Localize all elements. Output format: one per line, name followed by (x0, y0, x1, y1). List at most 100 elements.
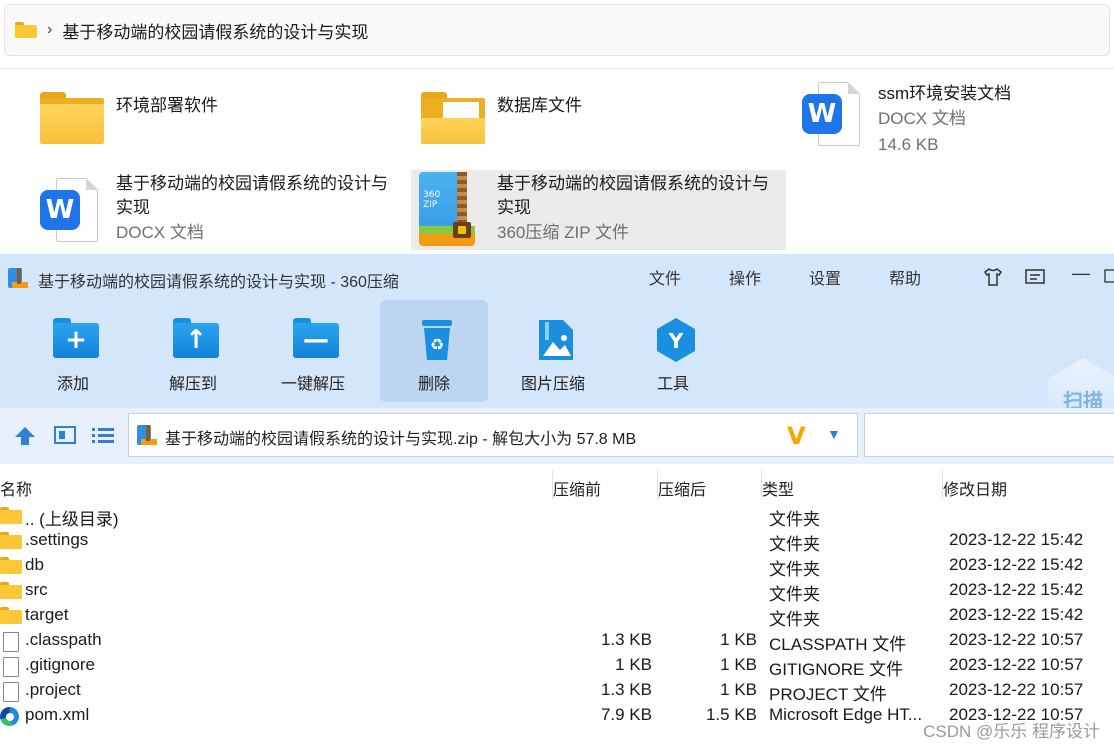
file-size-after: 1.5 KB (705, 705, 757, 724)
breadcrumb[interactable]: › 基于移动端的校园请假系统的设计与实现 (4, 4, 1110, 56)
file-row[interactable]: .classpath 1.3 KB 1 KB CLASSPATH 文件 2023-12-… (0, 629, 1114, 654)
file-name: .gitignore (25, 655, 95, 674)
tools-button[interactable]: Y 工具 (619, 300, 727, 402)
chevron-down-icon[interactable]: ▼ (827, 426, 841, 442)
column-size-after[interactable]: 压缩后 (658, 476, 706, 500)
file-type: GITIGNORE 文件 (769, 660, 904, 679)
menu-operation[interactable]: 操作 (729, 265, 761, 289)
svg-text:♻: ♻ (430, 335, 444, 354)
file-type: 文件夹 (769, 585, 820, 604)
file-name: target (25, 605, 69, 624)
file-row[interactable]: src 文件夹 2023-12-22 15:42 (0, 579, 1114, 604)
file-size-before: 1.3 KB (600, 680, 652, 699)
zip-icon-label: 360 ZIP (423, 190, 441, 210)
file-type: PROJECT 文件 (769, 685, 887, 704)
column-type[interactable]: 类型 (762, 476, 794, 500)
folder-icon (0, 532, 22, 550)
thumbnail-view-icon[interactable] (54, 426, 76, 449)
zip-file-icon (137, 425, 157, 445)
item-size: 14.6 KB (878, 135, 939, 154)
word-document-icon: W (40, 178, 100, 244)
file-date: 2023-12-22 10:57 (949, 655, 1084, 674)
column-modified[interactable]: 修改日期 (943, 476, 1007, 500)
file-row[interactable]: target 文件夹 2023-12-22 15:42 (0, 604, 1114, 629)
recycle-bin-icon: ♻ (414, 318, 460, 360)
file-name: src (25, 580, 48, 599)
file-size-after: 1 KB (720, 655, 757, 674)
address-bar[interactable]: 基于移动端的校园请假系统的设计与实现.zip - 解包大小为 57.8 MB V… (128, 413, 858, 457)
extract-folder-icon: ↑ (173, 318, 219, 358)
file-date: 2023-12-22 15:42 (949, 555, 1084, 574)
file-icon (0, 657, 22, 677)
file-size-after: 1 KB (720, 680, 757, 699)
feedback-icon[interactable] (1024, 266, 1046, 288)
explorer-item-ssm-doc[interactable]: W ssm环境安装文档 DOCX 文档 14.6 KB (802, 82, 1011, 158)
file-type: CLASSPATH 文件 (769, 635, 907, 654)
address-row: 基于移动端的校园请假系统的设计与实现.zip - 解包大小为 57.8 MB V… (0, 408, 1114, 464)
breadcrumb-path[interactable]: 基于移动端的校园请假系统的设计与实现 (62, 18, 368, 43)
item-name: 基于移动端的校园请假系统的设计与实现 (497, 174, 769, 217)
extract-to-button[interactable]: ↑ 解压到 (139, 300, 247, 402)
file-icon (0, 682, 22, 702)
explorer-item-design-zip[interactable]: 360 ZIP 基于移动端的校园请假系统的设计与实现 360压缩 ZIP 文件 (411, 170, 786, 250)
one-click-extract-button[interactable]: — 一键解压 (259, 300, 367, 402)
title-bar[interactable]: 基于移动端的校园请假系统的设计与实现 - 360压缩 文件 操作 设置 帮助 — (0, 254, 1114, 300)
add-folder-icon: + (53, 318, 99, 358)
search-input[interactable] (864, 413, 1114, 457)
menu-settings[interactable]: 设置 (809, 265, 841, 289)
file-size-after: 1 KB (720, 630, 757, 649)
word-document-icon: W (802, 82, 862, 148)
tools-label: 工具 (656, 376, 689, 393)
file-type: Microsoft Edge HT... (769, 705, 923, 724)
skin-shirt-icon[interactable] (982, 266, 1004, 288)
image-compress-button[interactable]: 图片压缩 (499, 300, 607, 402)
file-row[interactable]: .settings 文件夹 2023-12-22 15:42 (0, 529, 1114, 554)
one-click-extract-icon: — (293, 318, 339, 358)
zip-window: 基于移动端的校园请假系统的设计与实现 - 360压缩 文件 操作 设置 帮助 —… (0, 254, 1114, 748)
item-name: 数据库文件 (497, 96, 582, 115)
add-label: 添加 (56, 376, 89, 393)
divider (0, 68, 1114, 69)
menu-file[interactable]: 文件 (649, 265, 681, 289)
file-name: .project (25, 680, 81, 699)
zip-archive-icon: 360 ZIP (417, 172, 477, 246)
item-type: DOCX 文档 (878, 109, 966, 128)
folder-icon (0, 507, 22, 525)
file-name: pom.xml (25, 705, 90, 724)
explorer-item-env-software[interactable]: 环境部署软件 (40, 92, 218, 144)
file-type: 文件夹 (769, 610, 820, 629)
edge-browser-icon (0, 707, 22, 726)
column-size-before[interactable]: 压缩前 (553, 476, 601, 500)
up-arrow-icon[interactable] (14, 426, 36, 451)
file-size-before: 1 KB (615, 655, 652, 674)
file-row[interactable]: .project 1.3 KB 1 KB PROJECT 文件 2023-12-22 1… (0, 679, 1114, 704)
menu-help[interactable]: 帮助 (889, 265, 921, 289)
file-row[interactable]: .. (上级目录) 文件夹 (0, 504, 1114, 529)
chevron-right-icon[interactable]: › (47, 21, 52, 39)
file-date: 2023-12-22 15:42 (949, 605, 1084, 624)
explorer-item-database-files[interactable]: 数据库文件 (421, 92, 582, 144)
folder-icon (40, 92, 104, 144)
app-logo-icon (8, 268, 28, 288)
file-date: 2023-12-22 15:42 (949, 530, 1084, 549)
column-name[interactable]: 名称 (0, 476, 32, 500)
file-row[interactable]: .gitignore 1 KB 1 KB GITIGNORE 文件 2023-12-22… (0, 654, 1114, 679)
delete-button[interactable]: ♻ 删除 (380, 300, 488, 402)
file-type: 文件夹 (769, 535, 820, 554)
file-type: 文件夹 (769, 560, 820, 579)
file-name: .. (上级目录) (25, 510, 119, 529)
maximize-button[interactable] (1100, 266, 1114, 288)
file-name: .settings (25, 530, 89, 549)
one-click-extract-label: 一键解压 (280, 376, 345, 393)
delete-label: 删除 (417, 376, 450, 393)
minimize-button[interactable]: — (1070, 262, 1092, 284)
add-button[interactable]: + 添加 (19, 300, 127, 402)
file-row[interactable]: db 文件夹 2023-12-22 15:42 (0, 554, 1114, 579)
list-view-icon[interactable] (92, 426, 114, 449)
folder-icon (15, 22, 37, 38)
watermark: CSDN @乐乐 程序设计 (923, 722, 1100, 741)
file-name: db (25, 555, 44, 574)
explorer-item-design-doc[interactable]: W 基于移动端的校园请假系统的设计与实现 DOCX 文档 (40, 172, 400, 246)
v-badge-icon[interactable]: V (787, 422, 806, 450)
file-date: 2023-12-22 10:57 (949, 680, 1084, 699)
